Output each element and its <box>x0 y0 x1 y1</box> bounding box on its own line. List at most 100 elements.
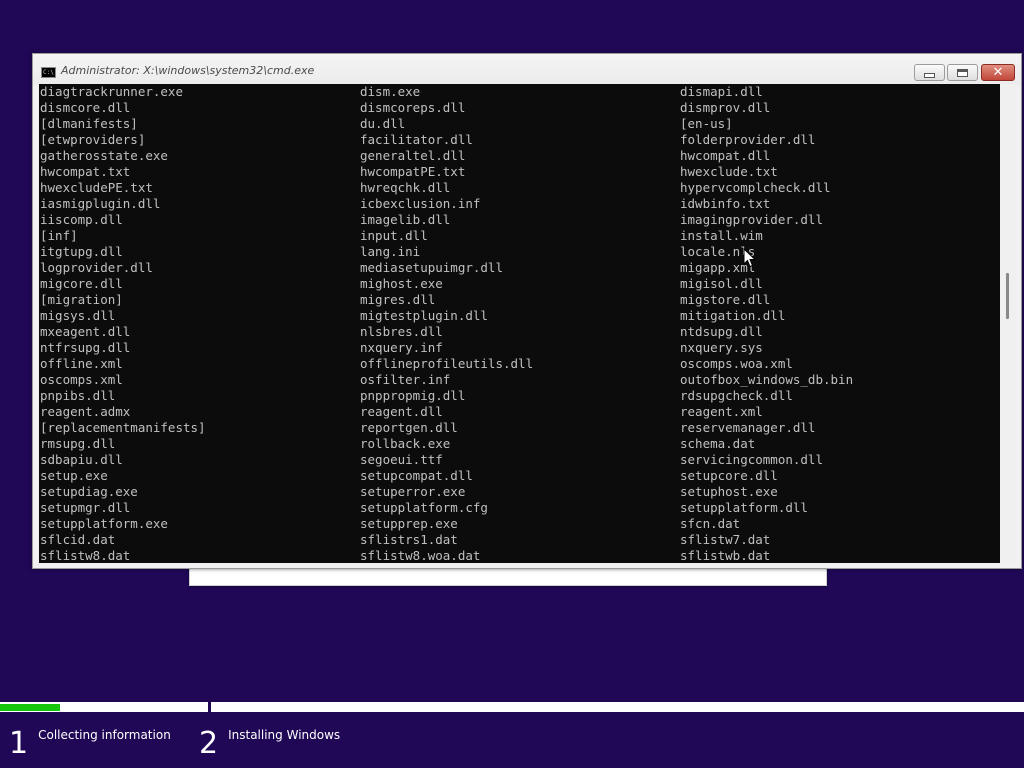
file-entry: icbexclusion.inf <box>360 196 481 211</box>
file-entry: dismcore.dll <box>40 100 131 115</box>
file-entry: du.dll <box>360 116 406 131</box>
file-entry: dismapi.dll <box>680 84 763 99</box>
file-entry: hwexclude.txt <box>680 164 778 179</box>
file-entry: setuperror.exe <box>360 484 466 499</box>
file-entry: mxeagent.dll <box>40 324 131 339</box>
file-entry: reagent.dll <box>360 404 443 419</box>
file-entry: ntfrsupg.dll <box>40 340 131 355</box>
file-entry: facilitator.dll <box>360 132 473 147</box>
file-entry: offlineprofileutils.dll <box>360 356 534 371</box>
vertical-scrollbar[interactable] <box>1000 84 1017 563</box>
file-entry: hwcompat.dll <box>680 148 771 163</box>
file-entry: hwexcludePE.txt <box>40 180 153 195</box>
file-entry: setup.exe <box>40 468 108 483</box>
file-entry: imagingprovider.dll <box>680 212 823 227</box>
file-entry: install.wim <box>680 228 763 243</box>
progress-fill <box>0 704 60 711</box>
file-entry: segoeui.ttf <box>360 452 443 467</box>
file-entry: dismprov.dll <box>680 100 771 115</box>
minimize-icon <box>924 73 935 78</box>
file-entry: offline.xml <box>40 356 123 371</box>
file-entry: mediasetupuimgr.dll <box>360 260 503 275</box>
file-entry: [en-us] <box>680 116 733 131</box>
file-entry: dismcoreps.dll <box>360 100 466 115</box>
file-entry: rmsupg.dll <box>40 436 116 451</box>
step-number: 2 <box>199 726 219 761</box>
minimize-button[interactable] <box>914 64 945 81</box>
file-entry: setupplatform.exe <box>40 516 168 531</box>
file-entry: gatherosstate.exe <box>40 148 168 163</box>
file-entry: iasmigplugin.dll <box>40 196 161 211</box>
file-entry: mitigation.dll <box>680 308 786 323</box>
close-icon: ✕ <box>992 65 1004 80</box>
file-entry: migapp.xml <box>680 260 756 275</box>
file-entry: sflistw8.woa.dat <box>360 548 481 563</box>
setup-dialog-behind <box>189 566 827 586</box>
file-entry: outofbox_windows_db.bin <box>680 372 854 387</box>
file-entry: sflistw8.dat <box>40 548 131 563</box>
setup-progress-bar <box>0 702 1024 714</box>
scrollbar-thumb[interactable] <box>1006 273 1009 319</box>
file-entry: sflcid.dat <box>40 532 116 547</box>
file-entry: itgtupg.dll <box>40 244 123 259</box>
file-entry: setuphost.exe <box>680 484 778 499</box>
file-entry: pnppropmig.dll <box>360 388 466 403</box>
file-entry: schema.dat <box>680 436 756 451</box>
file-entry: [migration] <box>40 292 123 307</box>
step-number: 1 <box>9 726 29 761</box>
file-entry: setupmgr.dll <box>40 500 131 515</box>
progress-divider <box>208 702 211 714</box>
file-entry: migsys.dll <box>40 308 116 323</box>
file-entry: sflistwb.dat <box>680 548 771 563</box>
file-entry: setupprep.exe <box>360 516 458 531</box>
file-entry: hwcompat.txt <box>40 164 131 179</box>
file-entry: setupcompat.dll <box>360 468 473 483</box>
file-entry: oscomps.woa.xml <box>680 356 793 371</box>
file-entry: lang.ini <box>360 244 421 259</box>
step-collecting-information: 1 Collecting information <box>9 722 171 766</box>
file-entry: nxquery.inf <box>360 340 443 355</box>
file-entry: migtestplugin.dll <box>360 308 488 323</box>
file-entry: setupcore.dll <box>680 468 778 483</box>
file-entry: input.dll <box>360 228 428 243</box>
console-output[interactable]: diagtrackrunner.exe dism.exe dismapi.dll di… <box>39 84 1000 563</box>
file-entry: hypervcomplcheck.dll <box>680 180 831 195</box>
file-entry: [etwproviders] <box>40 132 146 147</box>
file-entry: reservemanager.dll <box>680 420 816 435</box>
progress-segment-1 <box>0 702 208 712</box>
file-entry: generaltel.dll <box>360 148 466 163</box>
file-entry: reagent.xml <box>680 404 763 419</box>
maximize-icon <box>957 68 968 77</box>
mouse-cursor-icon <box>743 248 757 268</box>
file-entry: hwcompatPE.txt <box>360 164 466 179</box>
file-entry: setupplatform.cfg <box>360 500 488 515</box>
cmd-window[interactable]: C:\ Administrator: X:\windows\system32\c… <box>32 53 1022 569</box>
file-entry: locale.nls <box>680 244 756 259</box>
file-entry: [replacementmanifests] <box>40 420 206 435</box>
file-entry: migres.dll <box>360 292 436 307</box>
file-entry: pnpibs.dll <box>40 388 116 403</box>
file-entry: diagtrackrunner.exe <box>40 84 183 99</box>
file-entry: imagelib.dll <box>360 212 451 227</box>
file-entry: sfcn.dat <box>680 516 741 531</box>
file-entry: rollback.exe <box>360 436 451 451</box>
cmd-icon: C:\ <box>41 67 56 78</box>
maximize-button[interactable] <box>947 64 978 81</box>
file-entry: nxquery.sys <box>680 340 763 355</box>
close-button[interactable]: ✕ <box>981 64 1015 81</box>
file-entry: setupdiag.exe <box>40 484 138 499</box>
file-entry: [dlmanifests] <box>40 116 138 131</box>
file-entry: reportgen.dll <box>360 420 458 435</box>
window-title: Administrator: X:\windows\system32\cmd.e… <box>61 64 315 77</box>
file-entry: oscomps.xml <box>40 372 123 387</box>
file-entry: sflistrs1.dat <box>360 532 458 547</box>
file-entry: reagent.admx <box>40 404 131 419</box>
file-listing: diagtrackrunner.exe dism.exe dismapi.dll di… <box>40 84 1000 563</box>
file-entry: rdsupgcheck.dll <box>680 388 793 403</box>
file-entry: hwreqchk.dll <box>360 180 451 195</box>
step-label: Installing Windows <box>228 728 341 742</box>
step-installing-windows: 2 Installing Windows <box>199 722 340 766</box>
file-entry: setupplatform.dll <box>680 500 808 515</box>
file-entry: iiscomp.dll <box>40 212 123 227</box>
title-bar[interactable]: C:\ Administrator: X:\windows\system32\c… <box>33 54 1021 85</box>
